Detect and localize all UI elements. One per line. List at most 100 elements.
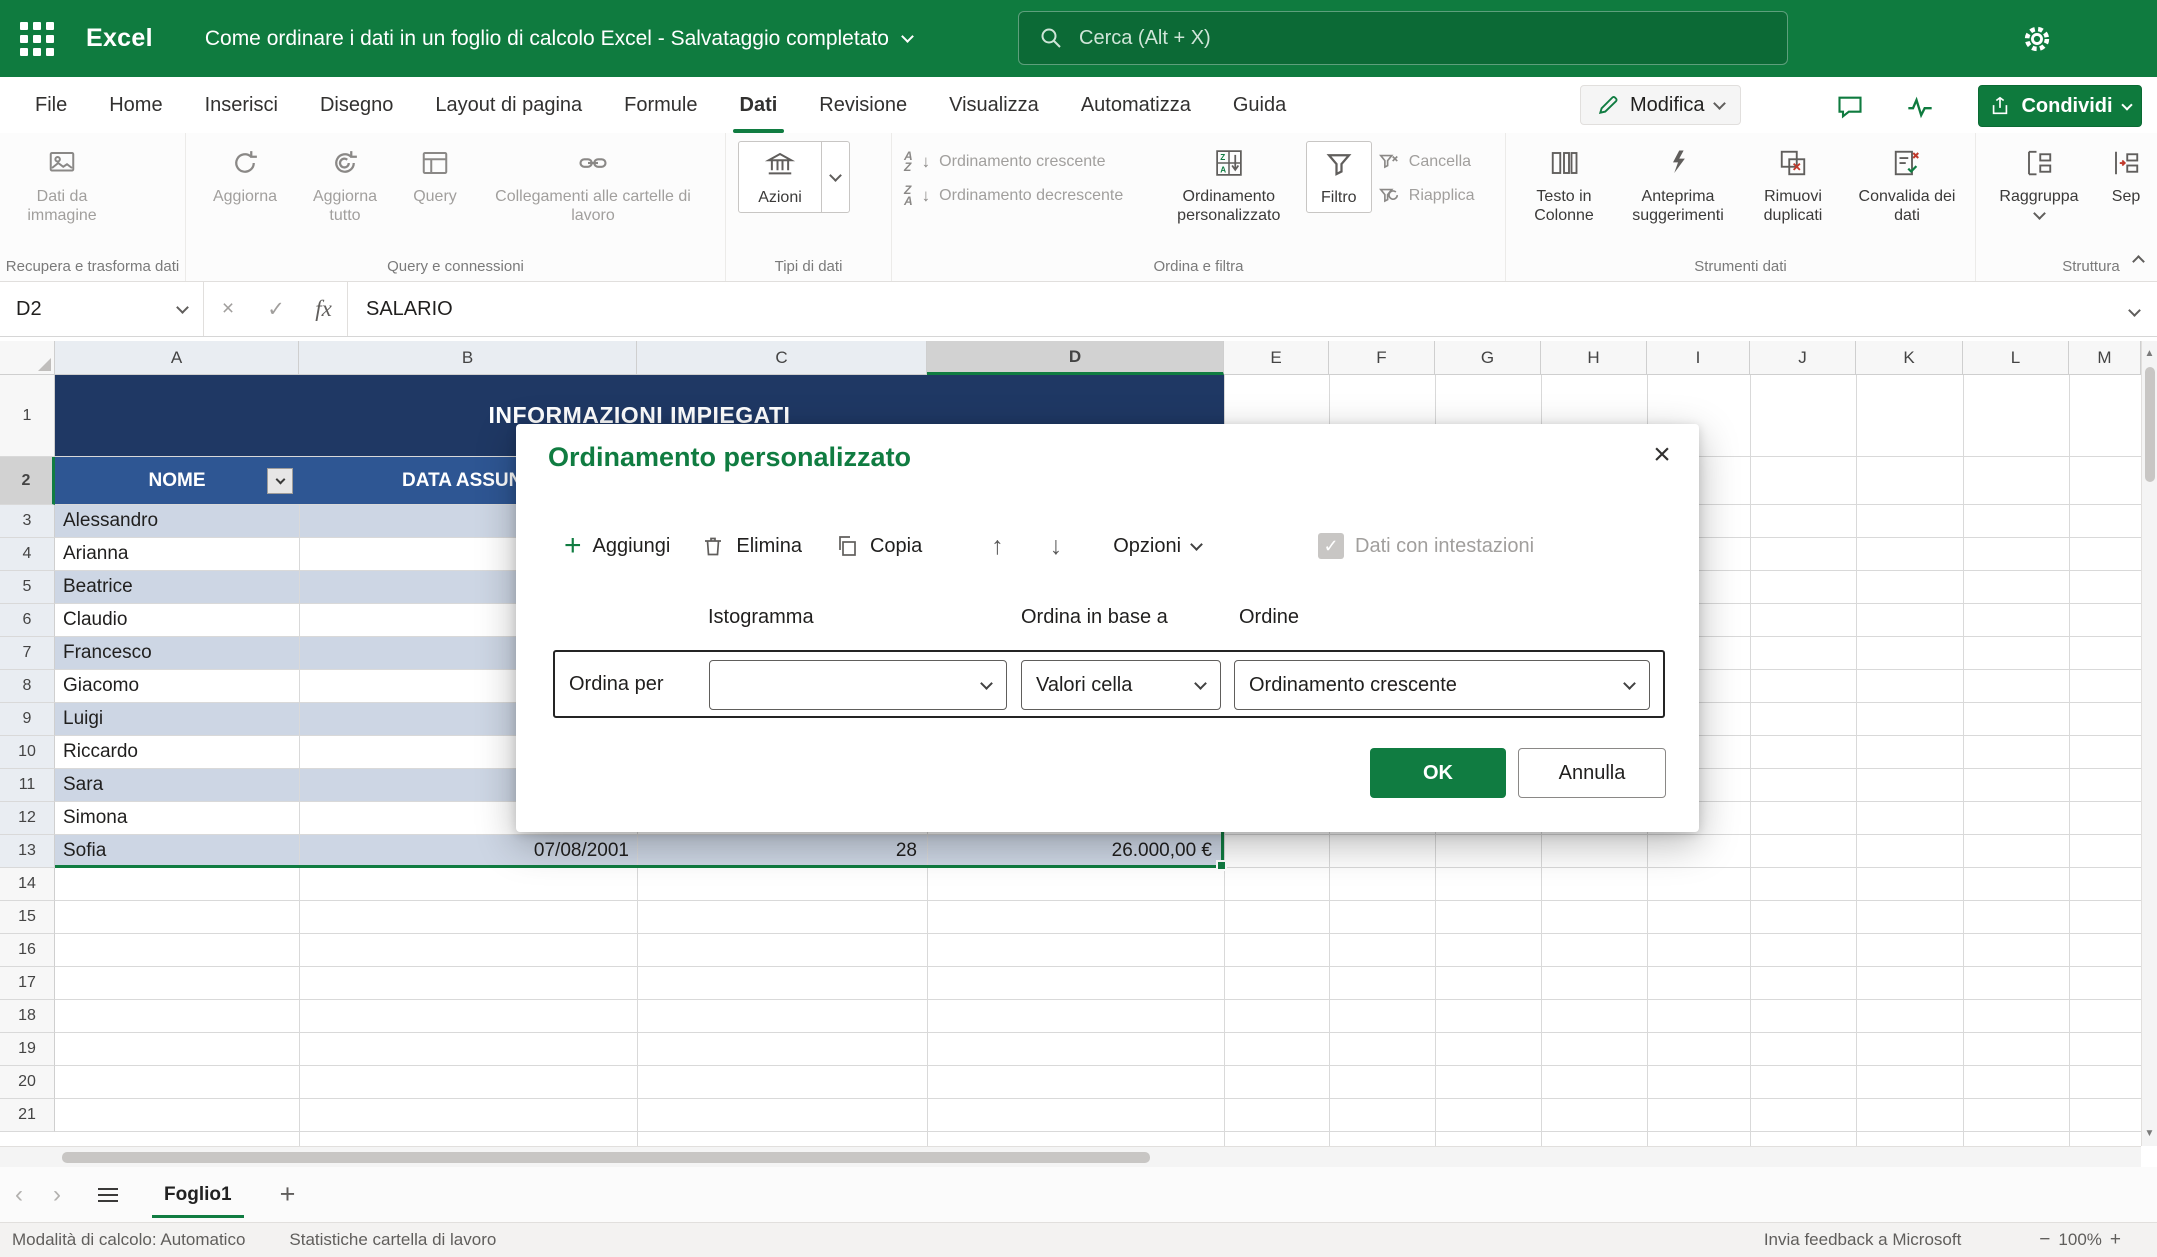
sort-descending-button[interactable]: ZA↓ Ordinamento decrescente (904, 185, 1152, 207)
comments-icon[interactable] (1828, 89, 1872, 125)
row-header[interactable]: 9 (0, 703, 55, 736)
tab-guida[interactable]: Guida (1212, 77, 1307, 133)
cancel-button[interactable]: Annulla (1518, 748, 1666, 798)
sheet-row[interactable]: Sofia 07/08/2001 28 26.000,00 € (55, 835, 2141, 868)
editing-mode-button[interactable]: Modifica (1580, 85, 1741, 125)
move-down-icon[interactable]: ↓ (1050, 532, 1063, 561)
cell[interactable]: Luigi (63, 703, 103, 735)
ok-button[interactable]: OK (1370, 748, 1506, 798)
tab-disegno[interactable]: Disegno (299, 77, 414, 133)
sheet-row[interactable] (55, 967, 2141, 1000)
activity-icon[interactable] (1898, 89, 1942, 125)
previous-sheet-icon[interactable]: ‹ (0, 1181, 38, 1209)
column-header[interactable]: E (1224, 341, 1329, 375)
cell[interactable]: Sofia (63, 835, 106, 867)
row-header[interactable]: 11 (0, 769, 55, 802)
delete-level-button[interactable]: Elimina (701, 534, 802, 558)
search-box[interactable] (1018, 11, 1788, 65)
column-header[interactable]: M (2069, 341, 2141, 375)
data-validation-button[interactable]: Convalida dei dati (1846, 141, 1968, 230)
column-header[interactable]: I (1647, 341, 1750, 375)
row-header[interactable]: 2 (0, 457, 55, 505)
cell-nome-header[interactable]: NOME (55, 457, 299, 504)
row-header[interactable]: 6 (0, 604, 55, 637)
reapply-filter-button[interactable]: Riapplica (1378, 185, 1493, 207)
data-from-picture-button[interactable]: Dati da immagine (12, 141, 112, 230)
row-header[interactable]: 20 (0, 1066, 55, 1099)
sheet-list-icon[interactable] (98, 1188, 118, 1202)
row-header[interactable]: 10 (0, 736, 55, 769)
confirm-entry-icon[interactable]: ✓ (252, 282, 300, 336)
zoom-in-icon[interactable]: + (2102, 1229, 2129, 1251)
feedback-link[interactable]: Invia feedback a Microsoft (1764, 1230, 1961, 1250)
custom-sort-button[interactable]: ZA Ordinamento personalizzato (1158, 141, 1300, 230)
row-header[interactable]: 4 (0, 538, 55, 571)
row-header[interactable]: 7 (0, 637, 55, 670)
column-header[interactable]: K (1856, 341, 1963, 375)
vertical-scrollbar-thumb[interactable] (2145, 367, 2155, 482)
collapse-ribbon-icon[interactable] (2134, 253, 2143, 271)
tab-revisione[interactable]: Revisione (798, 77, 928, 133)
cell[interactable]: Sara (63, 769, 103, 801)
calc-mode-button[interactable]: Modalità di calcolo: Automatico (12, 1230, 245, 1250)
sheet-row[interactable] (55, 1033, 2141, 1066)
search-input[interactable] (1079, 27, 1767, 50)
column-header[interactable]: A (55, 341, 299, 375)
move-up-icon[interactable]: ↑ (991, 532, 1004, 561)
sort-ascending-button[interactable]: AZ↓ Ordinamento crescente (904, 151, 1152, 173)
app-launcher-icon[interactable] (14, 16, 60, 62)
row-header[interactable]: 21 (0, 1099, 55, 1132)
formula-input[interactable]: SALARIO (366, 298, 2157, 321)
flash-fill-button[interactable]: Anteprima suggerimenti (1616, 141, 1740, 230)
zoom-out-icon[interactable]: − (2031, 1229, 2058, 1251)
sheet-row[interactable] (55, 1066, 2141, 1099)
clear-filter-button[interactable]: Cancella (1378, 151, 1493, 173)
sheet-row[interactable] (55, 901, 2141, 934)
sort-order-dropdown[interactable]: Ordinamento crescente (1234, 660, 1650, 710)
scroll-down-icon[interactable]: ▼ (2142, 1123, 2157, 1143)
column-header[interactable]: L (1963, 341, 2069, 375)
row-header[interactable]: 15 (0, 901, 55, 934)
sheet-row[interactable] (55, 1000, 2141, 1033)
row-header[interactable]: 18 (0, 1000, 55, 1033)
query-button[interactable]: Query (398, 141, 472, 211)
vertical-scrollbar[interactable]: ▲ ▼ (2141, 341, 2157, 1146)
zoom-level[interactable]: 100% (2058, 1230, 2101, 1250)
cell[interactable]: Beatrice (63, 571, 133, 603)
headers-checkbox[interactable]: ✓ Dati con intestazioni (1318, 533, 1534, 559)
refresh-all-button[interactable]: Aggiorna tutto (298, 141, 392, 230)
cell[interactable]: 26.000,00 € (927, 835, 1212, 867)
row-header[interactable]: 16 (0, 934, 55, 967)
chevron-down-icon[interactable] (821, 142, 849, 212)
tab-automatizza[interactable]: Automatizza (1060, 77, 1212, 133)
row-header[interactable]: 14 (0, 868, 55, 901)
add-level-button[interactable]: + Aggiungi (564, 531, 670, 561)
cell[interactable]: Riccardo (63, 736, 138, 768)
share-button[interactable]: Condividi (1978, 85, 2142, 127)
cell[interactable]: Francesco (63, 637, 152, 669)
document-title[interactable]: Come ordinare i dati in un foglio di cal… (205, 27, 912, 51)
column-header[interactable]: D (927, 341, 1224, 375)
cell[interactable]: 07/08/2001 (299, 835, 629, 867)
column-header[interactable]: J (1750, 341, 1856, 375)
sheet-row[interactable] (55, 1099, 2141, 1132)
ungroup-button[interactable]: Sep (2096, 141, 2156, 211)
cell[interactable]: 28 (637, 835, 917, 867)
select-all-button[interactable] (0, 341, 55, 375)
workbook-links-button[interactable]: Collegamenti alle cartelle di lavoro (478, 141, 708, 230)
settings-gear-icon[interactable] (2012, 14, 2062, 64)
name-box[interactable]: D2 (0, 282, 204, 336)
options-button[interactable]: Opzioni (1113, 535, 1201, 558)
add-sheet-icon[interactable]: + (280, 1179, 296, 1210)
cell[interactable]: Claudio (63, 604, 127, 636)
column-header[interactable]: G (1435, 341, 1541, 375)
sort-level-row[interactable]: Ordina per Valori cella Ordinamento cres… (553, 650, 1665, 718)
cell[interactable]: Alessandro (63, 505, 158, 537)
group-button[interactable]: Raggruppa (1988, 141, 2090, 223)
column-header[interactable]: F (1329, 341, 1435, 375)
tab-formule[interactable]: Formule (603, 77, 718, 133)
refresh-button[interactable]: Aggiorna (198, 141, 292, 211)
row-header[interactable]: 13 (0, 835, 55, 868)
sheet-row[interactable] (55, 868, 2141, 901)
cell[interactable]: Arianna (63, 538, 129, 570)
